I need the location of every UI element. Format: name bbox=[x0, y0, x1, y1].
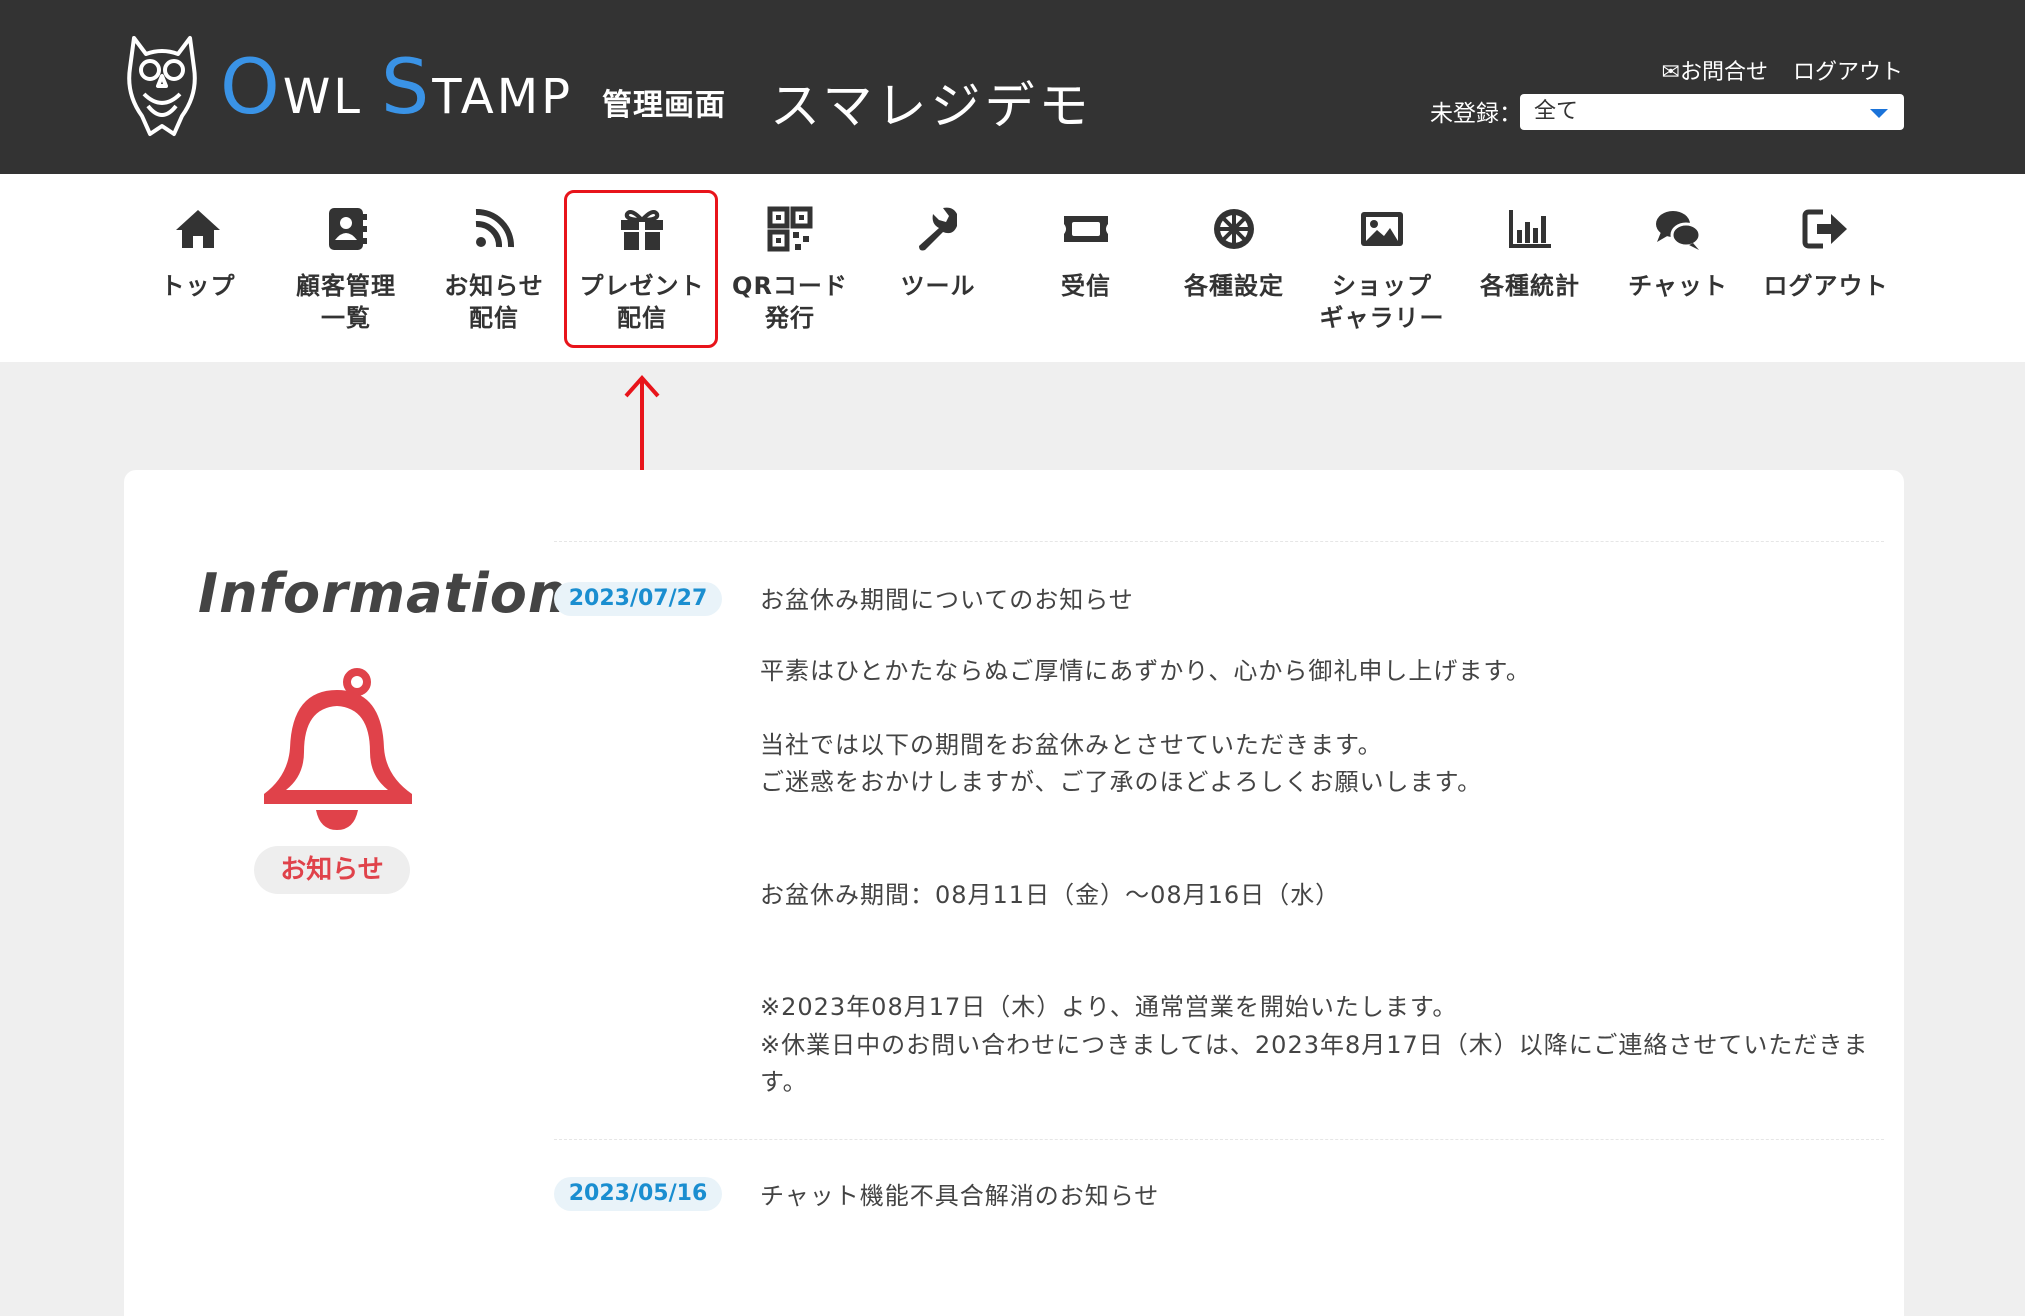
nav-item-news[interactable]: お知らせ 配信 bbox=[424, 174, 564, 362]
news-body-line: お盆休み期間：08月11日（金）〜08月16日（水） bbox=[760, 881, 1341, 909]
header-bar: OWL STAMP 管理画面 スマレジデモ ✉お問合せ ログアウト 未登録： 全て bbox=[0, 0, 2025, 174]
sign-out-icon bbox=[1802, 209, 1847, 249]
news-title[interactable]: チャット機能不具合解消のお知らせ bbox=[760, 1176, 1159, 1211]
nav-label: 顧客管理 一覧 bbox=[296, 272, 396, 332]
filter-selected-value: 全て bbox=[1534, 99, 1579, 124]
nav-item-customers[interactable]: 顧客管理 一覧 bbox=[276, 174, 416, 362]
image-icon bbox=[1361, 212, 1403, 246]
nav-label: チャット bbox=[1628, 272, 1728, 300]
brand-letter-s: S bbox=[381, 42, 433, 131]
qrcode-icon bbox=[767, 206, 813, 252]
main-nav: トップ 顧客管理 一覧 お知らせ 配信 プレゼント 配信 QRコード 発行 ツー… bbox=[0, 174, 2025, 362]
news-divider bbox=[554, 1139, 1884, 1140]
unregistered-filter-select[interactable]: 全て bbox=[1520, 94, 1904, 130]
information-title: Information bbox=[198, 562, 568, 625]
news-body-line: す。 bbox=[760, 1068, 808, 1096]
bell-icon bbox=[264, 668, 412, 830]
home-icon bbox=[176, 210, 220, 248]
ticket-icon bbox=[1064, 216, 1108, 242]
logout-link[interactable]: ログアウト bbox=[1793, 60, 1903, 85]
owl-logo-icon bbox=[127, 36, 197, 136]
chevron-down-icon bbox=[1870, 109, 1888, 118]
brand-wordmark: OWL STAMP bbox=[220, 42, 591, 132]
news-body-line: ※休業日中のお問い合わせにつきましては、2023年8月17日（木）以降にご連絡さ… bbox=[760, 1031, 1869, 1059]
news-divider bbox=[554, 541, 1884, 542]
nav-label: ショップ ギャラリー bbox=[1319, 272, 1445, 332]
nav-item-qrcode[interactable]: QRコード 発行 bbox=[720, 174, 860, 362]
filter-label: 未登録： bbox=[1430, 101, 1522, 127]
brand-text-tamp: TAMP bbox=[432, 69, 574, 125]
news-body-line: ※2023年08月17日（木）より、通常営業を開始いたします。 bbox=[760, 993, 1458, 1021]
nav-item-gallery[interactable]: ショップ ギャラリー bbox=[1312, 174, 1452, 362]
nav-label: QRコード 発行 bbox=[732, 272, 848, 332]
news-body-line: 当社では以下の期間をお盆休みとさせていただきます。 bbox=[760, 731, 1383, 759]
wrench-icon bbox=[919, 207, 957, 251]
news-date-badge: 2023/05/16 bbox=[554, 1177, 722, 1211]
notice-badge: お知らせ bbox=[254, 846, 410, 894]
news-title[interactable]: お盆休み期間についてのお知らせ bbox=[760, 580, 1134, 615]
nav-item-logout[interactable]: ログアウト bbox=[1756, 174, 1896, 362]
news-body-line: 平素はひとかたならぬご厚情にあずかり、心から御礼申し上げます。 bbox=[760, 657, 1531, 685]
nav-label: 各種設定 bbox=[1184, 272, 1284, 300]
news-body-line: ご迷惑をおかけしますが、ご了承のほどよろしくお願いします。 bbox=[760, 768, 1483, 796]
nav-label: ログアウト bbox=[1763, 272, 1889, 300]
rss-icon bbox=[475, 208, 515, 248]
gear-icon bbox=[1214, 209, 1254, 249]
top-links: ✉お問合せ ログアウト bbox=[1644, 54, 1903, 86]
nav-item-top[interactable]: トップ bbox=[128, 174, 268, 362]
brand-letter-o: O bbox=[220, 42, 283, 131]
chat-icon bbox=[1656, 211, 1702, 250]
brand-subtitle: 管理画面 bbox=[602, 88, 726, 123]
nav-item-receive[interactable]: 受信 bbox=[1016, 174, 1156, 362]
arrow-up-icon bbox=[624, 374, 660, 484]
nav-label: 各種統計 bbox=[1480, 272, 1580, 300]
nav-label: トップ bbox=[160, 272, 236, 300]
nav-item-tools[interactable]: ツール bbox=[868, 174, 1008, 362]
address-book-icon bbox=[329, 208, 367, 250]
bar-chart-icon bbox=[1509, 210, 1551, 248]
nav-label: お知らせ 配信 bbox=[444, 272, 544, 332]
contact-link[interactable]: ✉お問合せ bbox=[1662, 60, 1768, 85]
nav-item-chat[interactable]: チャット bbox=[1608, 174, 1748, 362]
nav-item-settings[interactable]: 各種設定 bbox=[1164, 174, 1304, 362]
shop-name: スマレジデモ bbox=[770, 77, 1093, 135]
nav-item-statistics[interactable]: 各種統計 bbox=[1460, 174, 1600, 362]
nav-label: 受信 bbox=[1061, 272, 1111, 300]
nav-label: ツール bbox=[900, 272, 976, 300]
news-date-badge: 2023/07/27 bbox=[554, 582, 722, 616]
highlight-annotation bbox=[564, 190, 718, 348]
brand-text-wl: WL bbox=[282, 69, 364, 125]
